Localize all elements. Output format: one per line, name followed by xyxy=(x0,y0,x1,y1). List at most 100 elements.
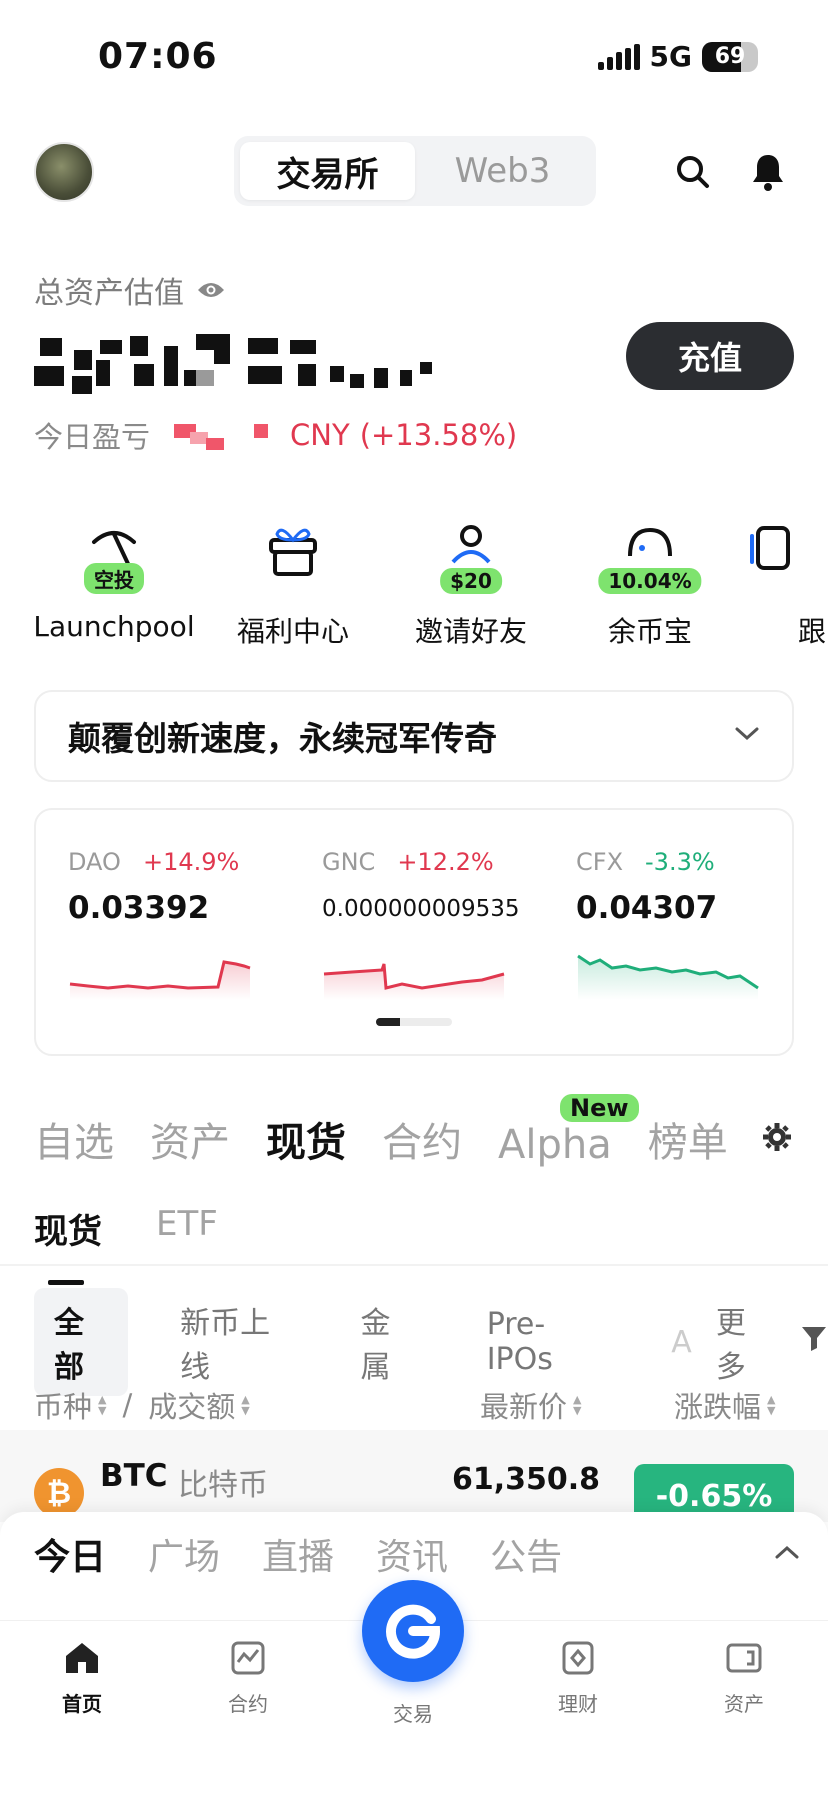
column-header-price[interactable]: 最新价 ▲ ▼ xyxy=(480,1384,581,1426)
nav-assets[interactable]: 资产 xyxy=(694,1640,794,1717)
news-tab-announcements[interactable]: 公告 xyxy=(490,1528,562,1580)
news-tab-news[interactable]: 资讯 xyxy=(376,1528,448,1580)
ticker-sparkline xyxy=(323,963,505,1000)
tab-rankings[interactable]: 榜单 xyxy=(648,1110,728,1168)
quick-action-savings[interactable]: 10.04% 余币宝 xyxy=(560,522,740,650)
tab-alpha[interactable]: Alpha New xyxy=(498,1094,639,1168)
quick-action-invite[interactable]: $20 邀请好友 xyxy=(381,522,561,650)
tab-alpha-label: Alpha xyxy=(498,1122,612,1168)
carousel-pager xyxy=(376,1018,452,1026)
tab-spot[interactable]: 现货 xyxy=(266,1110,346,1168)
ticker-card[interactable]: DAO +14.9% 0.03392 xyxy=(68,848,288,1000)
gift-icon xyxy=(258,522,328,592)
sort-icon: ▲ ▼ xyxy=(767,1393,776,1417)
spot-subtabs: 现货 ETF xyxy=(34,1204,218,1285)
nav-futures[interactable]: 合约 xyxy=(198,1640,298,1717)
column-coin-label: 币种 xyxy=(34,1390,93,1424)
nav-earn[interactable]: 理财 xyxy=(528,1640,628,1717)
total-assets-label: 总资产估值 xyxy=(34,268,226,312)
avatar[interactable] xyxy=(34,142,94,202)
apy-badge: 10.04% xyxy=(598,568,702,594)
ticker-card[interactable]: CFX -3.3% 0.04307 xyxy=(576,848,796,1000)
nav-label: 理财 xyxy=(558,1692,598,1716)
subtab-etf[interactable]: ETF xyxy=(156,1204,218,1253)
coin-symbol: BTC xyxy=(100,1458,168,1494)
sort-icon: ▲ ▼ xyxy=(241,1393,250,1417)
quick-action-rewards[interactable]: 福利中心 xyxy=(203,522,383,650)
piggy-icon: 10.04% xyxy=(598,522,702,594)
news-tabs: 今日 广场 直播 资讯 公告 xyxy=(34,1528,562,1580)
quick-action-label: 余币宝 xyxy=(607,615,692,648)
trade-fab-button[interactable] xyxy=(362,1580,464,1682)
column-header-change[interactable]: 涨跌幅 ▲ ▼ xyxy=(674,1384,775,1426)
column-header-coin[interactable]: 币种 ▲ ▼ / 成交额 ▲ ▼ xyxy=(34,1384,250,1426)
tab-exchange[interactable]: 交易所 xyxy=(240,142,415,200)
quick-action-label: Launchpool xyxy=(33,610,195,643)
tab-holdings[interactable]: 资产 xyxy=(150,1110,230,1168)
home-icon xyxy=(66,1643,98,1673)
signal-icon xyxy=(597,43,640,70)
status-indicators: 5G 69 xyxy=(597,40,758,73)
filter-icon[interactable] xyxy=(800,1324,828,1360)
ticker-change: +12.2% xyxy=(397,848,494,876)
quick-action-copy-trade[interactable]: 跟 xyxy=(738,522,828,650)
news-tab-square[interactable]: 广场 xyxy=(148,1528,220,1580)
pnl-percent: (+13.58%) xyxy=(359,418,518,452)
chevron-down-icon[interactable] xyxy=(734,726,760,746)
gear-icon[interactable] xyxy=(762,1122,792,1156)
coin-price: 61,350.8 xyxy=(451,1462,600,1497)
ticker-price: 0.000000009535 xyxy=(322,896,520,922)
earn-icon xyxy=(562,1641,594,1675)
chip-metals[interactable]: 金属 xyxy=(341,1288,435,1396)
total-assets-text: 总资产估值 xyxy=(34,276,184,311)
chip-truncated[interactable]: A xyxy=(651,1315,696,1370)
ticker-price: 0.04307 xyxy=(576,890,718,926)
quick-action-label: 跟 xyxy=(798,615,827,648)
wallet-icon xyxy=(726,1643,762,1673)
ticker-card[interactable]: GNC +12.2% 0.000000009535 xyxy=(322,848,542,1000)
banner-text: 颠覆创新速度，永续冠军传奇 xyxy=(68,719,497,758)
search-icon[interactable] xyxy=(671,150,715,194)
deposit-button[interactable]: 充值 xyxy=(626,322,794,390)
tab-futures[interactable]: 合约 xyxy=(382,1110,462,1168)
pickaxe-icon: 空投 xyxy=(79,522,149,594)
nav-home[interactable]: 首页 xyxy=(32,1640,132,1717)
copy-trade-icon xyxy=(738,522,798,592)
chip-all[interactable]: 全部 xyxy=(34,1288,129,1396)
nav-label: 资产 xyxy=(724,1692,764,1716)
ticker-symbol: DAO xyxy=(68,848,121,876)
subtab-spot[interactable]: 现货 xyxy=(34,1204,102,1285)
invite-reward-badge: $20 xyxy=(440,568,502,594)
coin-name: 比特币 xyxy=(178,1468,268,1503)
network-label: 5G xyxy=(649,40,692,73)
ticker-symbol: GNC xyxy=(322,848,376,876)
chip-pre-ipos[interactable]: Pre-IPOs xyxy=(467,1297,620,1387)
quick-action-label: 福利中心 xyxy=(236,615,349,648)
filter-chips: 全部 新币上线 金属 Pre-IPOs A 更多 xyxy=(34,1288,828,1396)
column-change-label: 涨跌幅 xyxy=(674,1390,762,1424)
tab-web3[interactable]: Web3 xyxy=(415,142,590,200)
news-tab-today[interactable]: 今日 xyxy=(34,1528,106,1580)
sort-icon: ▲ ▼ xyxy=(98,1393,107,1417)
promo-banner[interactable]: 颠覆创新速度，永续冠军传奇 xyxy=(34,690,794,782)
divider xyxy=(0,1264,828,1266)
today-pnl: 今日盈亏 CNY (+13.58%) xyxy=(34,414,517,456)
ticker-sparkline xyxy=(69,960,251,1000)
chip-new-listings[interactable]: 新币上线 xyxy=(160,1288,308,1396)
tab-favorites[interactable]: 自选 xyxy=(34,1110,114,1168)
today-pnl-label: 今日盈亏 xyxy=(34,420,151,454)
quick-action-launchpool[interactable]: 空投 Launchpool xyxy=(24,522,204,643)
bell-icon[interactable] xyxy=(746,150,790,194)
chevron-up-icon[interactable] xyxy=(774,1544,800,1564)
eye-icon[interactable] xyxy=(196,273,226,308)
ticker-symbol: CFX xyxy=(576,848,624,876)
pnl-currency: CNY xyxy=(290,418,350,452)
battery-level: 69 xyxy=(714,43,746,69)
quick-action-label: 邀请好友 xyxy=(414,615,527,648)
masked-pnl-value xyxy=(160,420,280,450)
chip-more[interactable]: 更多 xyxy=(696,1288,790,1396)
news-tab-live[interactable]: 直播 xyxy=(262,1528,334,1580)
invite-user-icon: $20 xyxy=(436,522,506,594)
sort-icon: ▲ ▼ xyxy=(573,1393,582,1417)
ticker-change: +14.9% xyxy=(142,848,240,876)
